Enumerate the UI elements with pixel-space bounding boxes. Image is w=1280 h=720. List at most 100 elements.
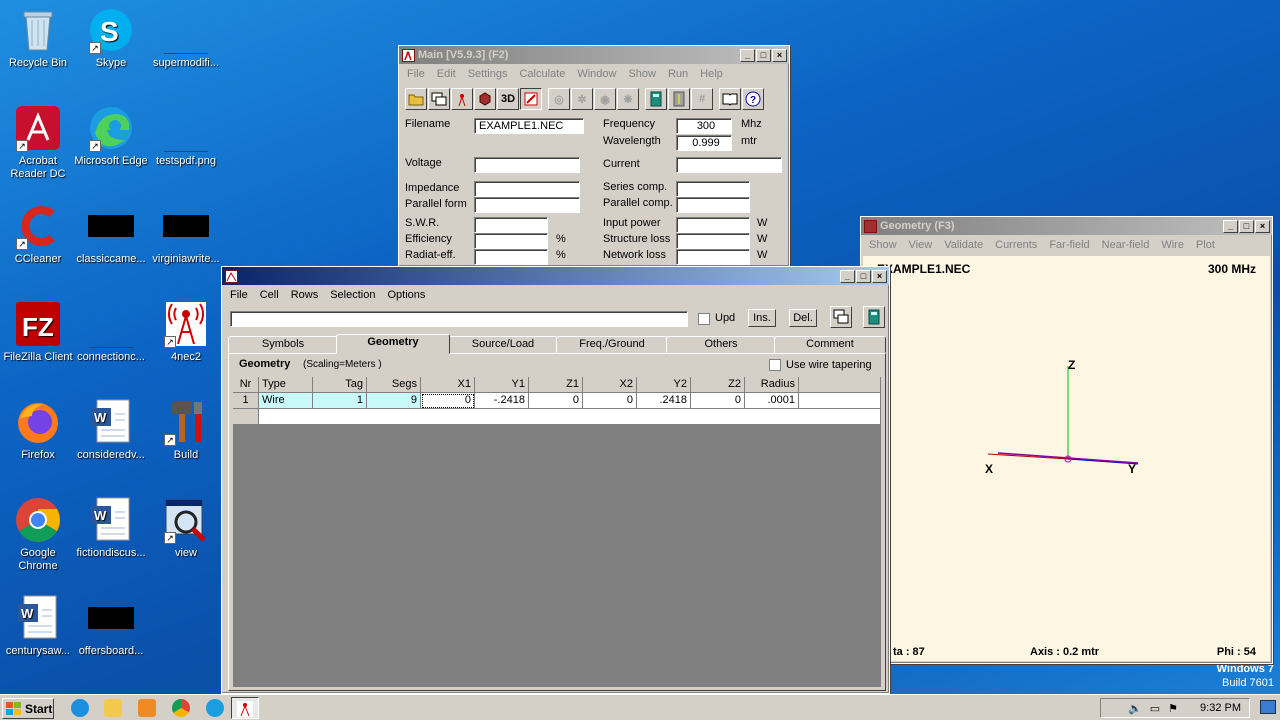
desktop-icon-consideredv[interactable]: W consideredv... [73, 398, 149, 462]
help-icon[interactable]: ? [742, 88, 764, 110]
tab-comment[interactable]: Comment [774, 336, 886, 353]
tab-others[interactable]: Others [666, 336, 776, 353]
menu-plot[interactable]: Plot [1190, 239, 1221, 251]
clock[interactable]: 9:32 PM [1200, 702, 1241, 714]
menu-window[interactable]: Window [571, 68, 622, 80]
desktop-icon-fictiondiscus[interactable]: W fictiondiscus... [73, 496, 149, 560]
desktop-icon-testspdf[interactable]: testspdf.png [148, 104, 224, 168]
menu-far-field[interactable]: Far-field [1043, 239, 1095, 251]
wavelength-field[interactable]: 0.999 [676, 135, 732, 151]
col-header-tag[interactable]: Tag [313, 377, 367, 393]
cell-edit-input[interactable] [230, 311, 688, 327]
cell-radius[interactable]: .0001 [745, 393, 799, 409]
desktop-icon-virginiawrite[interactable]: virginiawrite... [148, 202, 224, 266]
4nec2-taskbar-button[interactable] [231, 697, 259, 719]
tab-geometry[interactable]: Geometry [336, 334, 450, 354]
menu-currents[interactable]: Currents [989, 239, 1043, 251]
minimize-button[interactable]: _ [740, 48, 755, 62]
tab-freq-ground[interactable]: Freq./Ground [556, 336, 668, 353]
desktop-icon-build[interactable]: ↗ Build [148, 398, 224, 462]
desktop-icon-edge[interactable]: ↗ Microsoft Edge [73, 104, 149, 168]
explorer-icon[interactable] [104, 699, 122, 717]
desktop-icon-chrome[interactable]: Google Chrome [0, 496, 76, 573]
cell-tag[interactable]: 1 [313, 393, 367, 409]
desktop-icon-skype[interactable]: S ↗ Skype [73, 6, 149, 70]
menu-wire[interactable]: Wire [1155, 239, 1190, 251]
pattern-icon[interactable]: ◉ [594, 88, 616, 110]
sweep-icon[interactable]: ❋ [617, 88, 639, 110]
menu-settings[interactable]: Settings [462, 68, 514, 80]
filename-field[interactable]: EXAMPLE1.NEC [474, 118, 584, 134]
cell-x1[interactable]: 0 [421, 393, 475, 409]
empty-row[interactable] [259, 409, 881, 425]
editor-titlebar[interactable]: _ □ × [222, 267, 889, 285]
row-number[interactable]: 1 [233, 393, 259, 409]
cell-y1[interactable]: -.2418 [475, 393, 529, 409]
desktop-icon-supermodifi[interactable]: supermodifi... [148, 6, 224, 70]
menu-help[interactable]: Help [694, 68, 729, 80]
wire-tapering-checkbox[interactable] [769, 359, 781, 371]
col-header-z2[interactable]: Z2 [691, 377, 745, 393]
menu-show[interactable]: Show [863, 239, 903, 251]
current-field[interactable] [676, 157, 782, 173]
show-desktop-button[interactable] [1260, 700, 1276, 714]
media-player-icon[interactable] [138, 699, 156, 717]
parallel-form-field[interactable] [474, 197, 580, 213]
desktop-icon-view[interactable]: ↗ view [148, 496, 224, 560]
view-3d-button[interactable]: 3D [497, 88, 519, 110]
desktop-icon-4nec2[interactable]: ↗ 4nec2 [148, 300, 224, 364]
col-header-x2[interactable]: X2 [583, 377, 637, 393]
start-button[interactable]: Start [2, 698, 54, 719]
maximize-button[interactable]: □ [856, 269, 871, 283]
tab-symbols[interactable]: Symbols [228, 336, 338, 353]
maximize-button[interactable]: □ [756, 48, 771, 62]
volume-icon[interactable]: 🔈 [1128, 702, 1142, 715]
impedance-field[interactable] [474, 181, 580, 197]
chrome-taskbar-icon[interactable] [172, 699, 190, 717]
voltage-field[interactable] [474, 157, 580, 173]
menu-edit[interactable]: Edit [431, 68, 462, 80]
calculator-icon[interactable] [863, 306, 885, 328]
col-header-radius[interactable]: Radius [745, 377, 799, 393]
row-number[interactable] [233, 409, 259, 425]
windows-icon[interactable] [830, 306, 852, 328]
menu-calculate[interactable]: Calculate [513, 68, 571, 80]
menu-file[interactable]: File [224, 289, 254, 301]
calculator-icon[interactable] [645, 88, 667, 110]
book-icon[interactable] [719, 88, 741, 110]
upd-checkbox[interactable] [698, 313, 710, 325]
menu-view[interactable]: View [903, 239, 939, 251]
maximize-button[interactable]: □ [1239, 219, 1254, 233]
menu-validate[interactable]: Validate [938, 239, 989, 251]
desktop-icon-filezilla[interactable]: FZ FileZilla Client [0, 300, 76, 364]
col-header-z1[interactable]: Z1 [529, 377, 583, 393]
edge-taskbar-icon[interactable] [206, 699, 224, 717]
close-button[interactable]: × [872, 269, 887, 283]
main-window-titlebar[interactable]: Main [V5.9.3] (F2) _ □ × [399, 46, 789, 64]
desktop-icon-connectionc[interactable]: connectionc... [73, 300, 149, 364]
open-folder-icon[interactable] [405, 88, 427, 110]
cell-extra[interactable] [799, 393, 881, 409]
efficiency-field[interactable] [474, 233, 548, 249]
windows-icon[interactable] [428, 88, 450, 110]
col-header-type[interactable]: Type [259, 377, 313, 393]
delete-button[interactable]: Del. [789, 309, 817, 327]
settings-icon[interactable]: # [691, 88, 713, 110]
series-comp-field[interactable] [676, 181, 750, 197]
network-icon[interactable]: ▭ [1150, 702, 1160, 715]
geometry-grid[interactable]: Nr Type Tag Segs X1 Y1 Z1 X2 Y2 Z2 Radiu… [233, 377, 881, 687]
menu-cell[interactable]: Cell [254, 289, 285, 301]
col-header-segs[interactable]: Segs [367, 377, 421, 393]
minimize-button[interactable]: _ [1223, 219, 1238, 233]
antenna-icon[interactable] [451, 88, 473, 110]
desktop-icon-ccleaner[interactable]: ↗ CCleaner [0, 202, 76, 266]
cell-z1[interactable]: 0 [529, 393, 583, 409]
cell-z2[interactable]: 0 [691, 393, 745, 409]
menu-selection[interactable]: Selection [324, 289, 381, 301]
close-button[interactable]: × [772, 48, 787, 62]
ie-icon[interactable] [71, 699, 89, 717]
cell-segs[interactable]: 9 [367, 393, 421, 409]
parallel-comp-field[interactable] [676, 197, 750, 213]
geometry-window-titlebar[interactable]: Geometry (F3) _ □ × [861, 217, 1272, 235]
menu-run[interactable]: Run [662, 68, 694, 80]
